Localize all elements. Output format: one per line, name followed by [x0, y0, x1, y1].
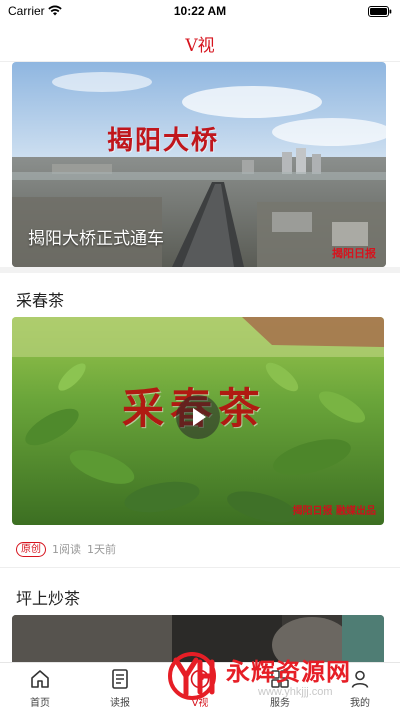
clock-label: 10:22 AM	[173, 4, 227, 18]
watermark-logo-icon	[168, 652, 216, 700]
post-title[interactable]: 坪上炒茶	[16, 585, 80, 609]
status-bar: Carrier 10:22 AM	[0, 0, 400, 22]
section-divider	[0, 267, 400, 273]
original-badge: 原创	[16, 541, 46, 557]
watermark-text: 永辉资源网	[226, 658, 351, 686]
post-image-watermark: 揭阳日报 融媒出品	[292, 506, 376, 517]
hero-image-caption: 揭阳大桥	[107, 126, 220, 156]
post-meta: 原创 1阅读 1天前	[16, 541, 116, 557]
tab-label: 首页	[30, 698, 50, 709]
tab-label: 读报	[110, 698, 130, 709]
post-divider	[0, 567, 400, 568]
page-title: V视	[185, 36, 215, 56]
site-watermark: 永辉资源网 www.yhkjjj.com	[162, 648, 382, 710]
play-icon	[193, 408, 206, 426]
home-icon	[31, 670, 49, 688]
battery-icon	[368, 6, 392, 17]
navigation-bar: V视	[0, 22, 400, 62]
post-title[interactable]: 采春茶	[16, 287, 64, 311]
hero-watermark: 揭阳日报	[332, 247, 376, 260]
read-count: 1阅读	[52, 543, 81, 556]
newspaper-icon	[112, 669, 128, 689]
tab-home[interactable]: 首页	[0, 663, 80, 710]
watermark-url: www.yhkjjj.com	[258, 686, 333, 698]
post-time: 1天前	[87, 543, 116, 556]
play-button[interactable]	[176, 395, 220, 439]
hero-title: 揭阳大桥正式通车	[28, 229, 164, 249]
tab-newspaper[interactable]: 读报	[80, 663, 160, 710]
hero-video-card[interactable]: 揭阳大桥 揭阳大桥正式通车 揭阳日报	[12, 62, 386, 267]
post-video-thumbnail[interactable]: 采春茶 揭阳日报 融媒出品	[12, 317, 384, 525]
video-feed[interactable]: 揭阳大桥 揭阳大桥正式通车 揭阳日报 采春茶 揭阳日报 融媒出品 原创 1阅读 …	[0, 62, 400, 662]
